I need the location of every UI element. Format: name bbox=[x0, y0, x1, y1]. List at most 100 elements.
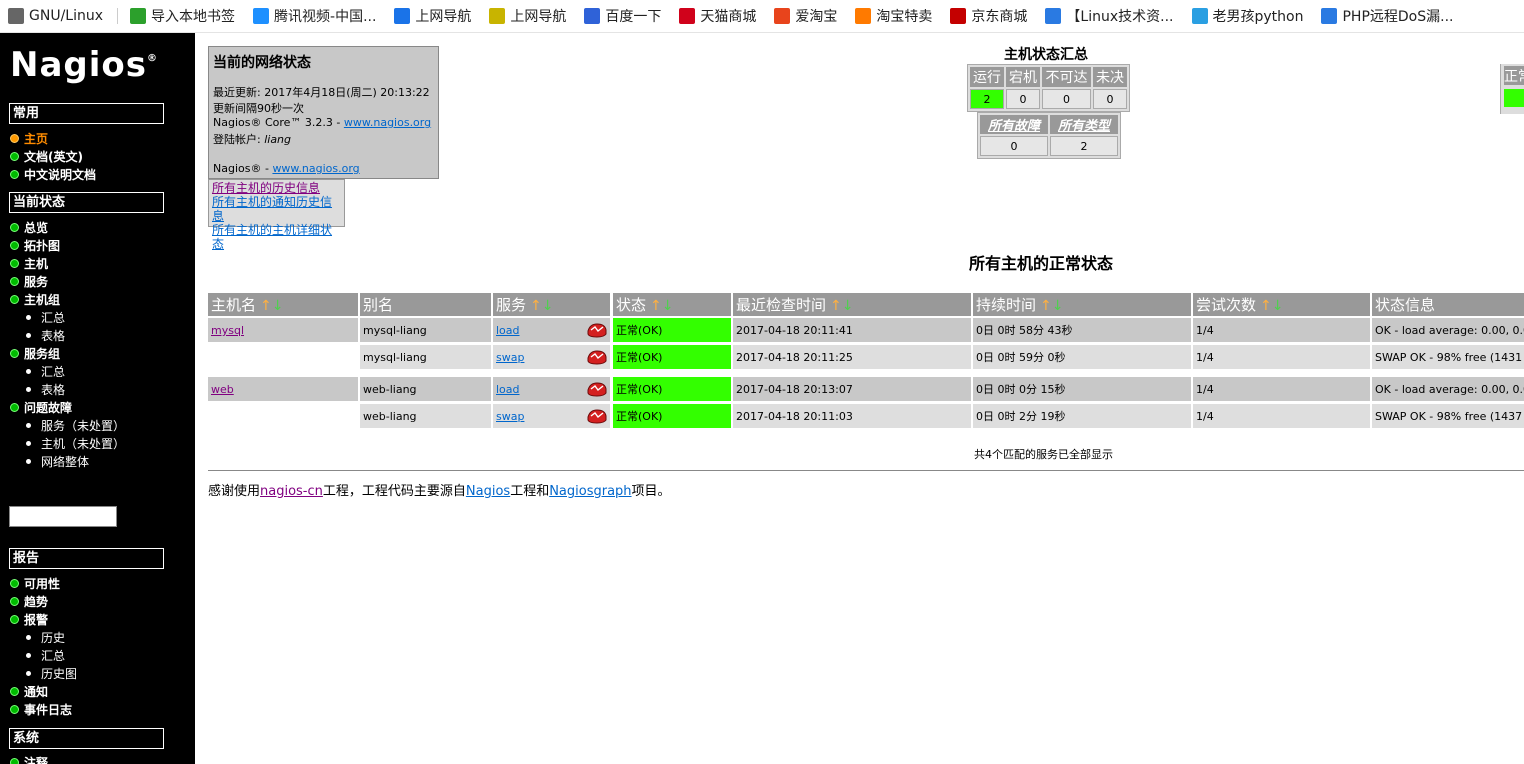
bookmarks-bar: GNU/Linux 导入本地书签 腾讯视频-中国... 上网导航 上网导航 百度一下 天猫商… bbox=[0, 0, 1524, 33]
nav-notifications[interactable]: 通知 bbox=[10, 682, 48, 700]
nav-docs-en[interactable]: 文档(英文) bbox=[10, 147, 83, 165]
baidu-icon bbox=[584, 8, 601, 24]
nav-hosts[interactable]: 主机 bbox=[10, 254, 48, 272]
nav-overview[interactable]: 总览 bbox=[10, 218, 48, 236]
sort-ascending-icon[interactable]: ↑ bbox=[260, 298, 272, 314]
nav-hostgroups-grid[interactable]: 表格 bbox=[26, 326, 65, 344]
nav-trends[interactable]: 趋势 bbox=[10, 592, 48, 610]
bookmark-item[interactable]: PHP远程DoS漏... bbox=[1313, 6, 1463, 26]
sort-descending-icon[interactable]: ↓ bbox=[272, 298, 284, 314]
host-link[interactable]: mysql bbox=[211, 324, 244, 337]
cell-attempt: 1/4 bbox=[1193, 377, 1370, 401]
cell-duration: 0日 0时 59分 0秒 bbox=[973, 345, 1191, 369]
nav-home[interactable]: 主页 bbox=[10, 129, 48, 147]
nav-servicegroups[interactable]: 服务组 bbox=[10, 344, 60, 362]
sort-descending-icon[interactable]: ↓ bbox=[542, 298, 554, 314]
sort-ascending-icon[interactable]: ↑ bbox=[1260, 298, 1272, 314]
nav-servicegroups-summary[interactable]: 汇总 bbox=[26, 362, 65, 380]
ss-header-ok[interactable]: 正常 bbox=[1504, 66, 1524, 85]
nav-problems[interactable]: 问题故障 bbox=[10, 398, 72, 416]
sort-ascending-icon[interactable]: ↑ bbox=[830, 298, 842, 314]
hs-header-pending[interactable]: 未决 bbox=[1093, 67, 1127, 87]
bookmark-item[interactable]: 腾讯视频-中国... bbox=[245, 6, 386, 26]
bullet-icon bbox=[26, 386, 31, 392]
nav-hostgroups[interactable]: 主机组 bbox=[10, 290, 60, 308]
bookmark-item[interactable]: 爱淘宝 bbox=[766, 6, 847, 26]
cell-status: 正常(OK) bbox=[613, 404, 731, 428]
core-version: Nagios® Core™ 3.2.3 - www.nagios.org bbox=[213, 116, 432, 129]
nav-docs-cn[interactable]: 中文说明文档 bbox=[10, 165, 96, 183]
nagios-org-link[interactable]: www.nagios.org bbox=[344, 116, 431, 129]
nav-availability[interactable]: 可用性 bbox=[10, 574, 60, 592]
bookmark-item[interactable]: 上网导航 bbox=[386, 6, 481, 26]
hs-value-all-types[interactable]: 2 bbox=[1050, 136, 1118, 156]
link-host-notifications[interactable]: 所有主机的通知历史信息 bbox=[212, 195, 341, 223]
nav-servicegroups-grid[interactable]: 表格 bbox=[26, 380, 65, 398]
nav-services[interactable]: 服务 bbox=[10, 272, 48, 290]
bookmark-item[interactable]: 导入本地书签 bbox=[122, 6, 245, 26]
nav-problems-hosts[interactable]: 主机（未处置） bbox=[26, 434, 125, 452]
nav-map[interactable]: 拓扑图 bbox=[10, 236, 60, 254]
hs-header-all-types[interactable]: 所有类型 bbox=[1050, 115, 1118, 134]
hs-value-up[interactable]: 2 bbox=[970, 89, 1004, 109]
nagiosgraph-link[interactable]: Nagiosgraph bbox=[549, 484, 631, 499]
hs-header-up[interactable]: 运行 bbox=[970, 67, 1004, 87]
bookmark-item[interactable]: GNU/Linux bbox=[0, 8, 113, 24]
divider bbox=[208, 470, 1524, 471]
hs-header-unreachable[interactable]: 不可达 bbox=[1042, 67, 1091, 87]
hs-header-all-problems[interactable]: 所有故障 bbox=[980, 115, 1048, 134]
sort-ascending-icon[interactable]: ↑ bbox=[530, 298, 542, 314]
bullet-icon bbox=[10, 402, 19, 412]
service-link[interactable]: swap bbox=[496, 351, 524, 364]
bookmark-item[interactable]: 【Linux技术资... bbox=[1037, 6, 1183, 26]
bookmark-item[interactable]: 天猫商城 bbox=[671, 6, 766, 26]
nav-hostgroups-summary[interactable]: 汇总 bbox=[26, 308, 65, 326]
nav-problems-services[interactable]: 服务（未处置） bbox=[26, 416, 125, 434]
nav-alerts-summary[interactable]: 汇总 bbox=[26, 646, 65, 664]
graph-icon[interactable] bbox=[586, 381, 608, 397]
nav-eventlog[interactable]: 事件日志 bbox=[10, 700, 72, 718]
sort-descending-icon[interactable]: ↓ bbox=[1272, 298, 1284, 314]
link-host-history[interactable]: 所有主机的历史信息 bbox=[212, 181, 341, 195]
bookmark-item[interactable]: 京东商城 bbox=[942, 6, 1037, 26]
service-link[interactable]: load bbox=[496, 324, 520, 337]
nagios-logo[interactable]: Nagios® bbox=[10, 45, 158, 85]
ss-value-ok[interactable] bbox=[1504, 89, 1524, 107]
search-input[interactable] bbox=[9, 506, 117, 527]
nav-alerts[interactable]: 报警 bbox=[10, 610, 48, 628]
nav-comments[interactable]: 注释 bbox=[10, 753, 48, 764]
cell-info: SWAP OK - 98% free (1437 bbox=[1372, 404, 1524, 428]
sort-descending-icon[interactable]: ↓ bbox=[1052, 298, 1064, 314]
link-host-details[interactable]: 所有主机的主机详细状态 bbox=[212, 223, 341, 251]
bookmark-item[interactable]: 百度一下 bbox=[576, 6, 671, 26]
sort-ascending-icon[interactable]: ↑ bbox=[650, 298, 662, 314]
graph-icon[interactable] bbox=[586, 349, 608, 365]
nav-alerts-histogram[interactable]: 历史图 bbox=[26, 664, 77, 682]
sort-descending-icon[interactable]: ↓ bbox=[662, 298, 674, 314]
service-link[interactable]: load bbox=[496, 383, 520, 396]
hs-header-down[interactable]: 宕机 bbox=[1006, 67, 1040, 87]
hs-value-unreachable[interactable]: 0 bbox=[1042, 89, 1091, 109]
nav-alerts-history[interactable]: 历史 bbox=[26, 628, 65, 646]
graph-icon[interactable] bbox=[586, 408, 608, 424]
host-link[interactable]: web bbox=[211, 383, 234, 396]
graph-icon[interactable] bbox=[586, 322, 608, 338]
status-title: 当前的网络状态 bbox=[213, 55, 311, 71]
hs-value-all-problems[interactable]: 0 bbox=[980, 136, 1048, 156]
cell-info: OK - load average: 0.00, 0.0 bbox=[1372, 377, 1524, 401]
nagios-cn-link[interactable]: nagios-cn bbox=[260, 484, 323, 499]
bullet-icon bbox=[10, 294, 19, 304]
gnu-icon bbox=[8, 8, 24, 24]
nagios-link[interactable]: Nagios bbox=[466, 484, 510, 499]
hs-value-down[interactable]: 0 bbox=[1006, 89, 1040, 109]
sort-ascending-icon[interactable]: ↑ bbox=[1040, 298, 1052, 314]
nagios-org-link-2[interactable]: www.nagios.org bbox=[272, 162, 359, 175]
hs-value-pending[interactable]: 0 bbox=[1093, 89, 1127, 109]
service-link[interactable]: swap bbox=[496, 410, 524, 423]
page-icon bbox=[1045, 8, 1062, 24]
sort-descending-icon[interactable]: ↓ bbox=[842, 298, 854, 314]
bookmark-item[interactable]: 老男孩python bbox=[1184, 6, 1314, 26]
bookmark-item[interactable]: 淘宝特卖 bbox=[847, 6, 942, 26]
bookmark-item[interactable]: 上网导航 bbox=[481, 6, 576, 26]
nav-problems-network[interactable]: 网络整体 bbox=[26, 452, 89, 470]
